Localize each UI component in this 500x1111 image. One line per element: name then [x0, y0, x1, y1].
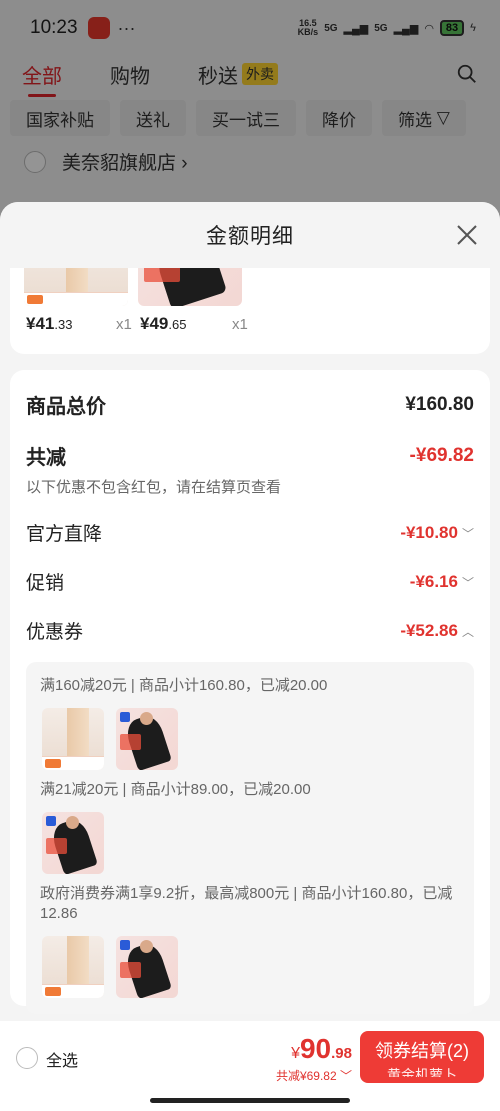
total-price-value: ¥160.80 [405, 393, 474, 415]
official-discount-value: -¥10.80 [400, 522, 458, 542]
coupon-products [42, 936, 460, 998]
coupon-row[interactable]: 优惠券 -¥52.86 ︿ [26, 617, 474, 644]
discount-label: 共减 [26, 447, 66, 469]
sheet-title: 金额明细 [206, 225, 294, 248]
product-thumbnail [116, 936, 178, 998]
amount-detail-sheet: 金额明细 ¥41.33 x1 ¥49.65 x1 商品总价 ¥160.80 共减… [0, 202, 500, 1111]
total-price-label: 商品总价 [26, 396, 106, 418]
select-all-checkbox[interactable] [16, 1047, 38, 1069]
product-qty: x1 [232, 316, 248, 333]
home-indicator[interactable] [150, 1098, 350, 1103]
coupon-desc: 满160减20元 | 商品小计160.80，已减20.00 [40, 677, 328, 694]
product-thumbnail [42, 936, 104, 998]
coupon-desc: 满21减20元 | 商品小计89.00，已减20.00 [40, 781, 311, 798]
sheet-header: 金额明细 [0, 202, 500, 268]
total-price-row: 商品总价 ¥160.80 [26, 390, 474, 419]
product-list-card: ¥41.33 x1 ¥49.65 x1 [10, 268, 490, 354]
discount-note: 以下优惠不包含红包，请在结算页查看 [26, 479, 282, 496]
product-thumbnail [138, 268, 242, 306]
official-discount-label: 官方直降 [26, 524, 103, 545]
coupon-products [42, 812, 460, 874]
coupon-products [42, 708, 460, 770]
product-item[interactable] [24, 268, 128, 306]
discount-row: 共减 -¥69.82 [26, 441, 474, 470]
official-discount-row[interactable]: 官方直降 -¥10.80 ﹀ [26, 519, 474, 546]
coupon-desc: 政府消费券满1享9.2折，最高减800元 | 商品小计160.80，已减12.8… [40, 885, 453, 922]
promotion-label: 促销 [26, 573, 65, 594]
chevron-down-icon: ﹀ [461, 526, 474, 541]
close-icon[interactable] [454, 222, 480, 248]
coupon-detail-box: 满160减20元 | 商品小计160.80，已减20.00 满21减20元 | … [26, 662, 474, 1014]
select-all-label[interactable]: 全选 [46, 1047, 78, 1071]
coupon-value: -¥52.86 [400, 620, 458, 640]
product-item[interactable] [138, 268, 242, 306]
coupon-label: 优惠券 [26, 622, 84, 643]
product-thumbnail [116, 708, 178, 770]
product-thumbnail [42, 708, 104, 770]
saved-amount[interactable]: 共减¥69.82 ﹀ [276, 1067, 352, 1084]
price-detail-card: 商品总价 ¥160.80 共减 -¥69.82 以下优惠不包含红包，请在结算页查… [10, 370, 490, 1014]
total-amount: ¥90.98 共减¥69.82 ﹀ [275, 1033, 352, 1084]
chevron-down-icon: ﹀ [461, 575, 474, 590]
promotion-value: -¥6.16 [409, 571, 458, 591]
product-price: ¥41.33 [26, 314, 73, 333]
promotion-row[interactable]: 促销 -¥6.16 ﹀ [26, 568, 474, 595]
product-price: ¥49.65 [140, 314, 187, 333]
product-thumbnail [42, 812, 104, 874]
product-qty: x1 [116, 316, 132, 333]
discount-value: -¥69.82 [409, 444, 474, 466]
chevron-up-icon: ︿ [461, 624, 474, 639]
product-thumbnail [24, 268, 128, 306]
checkout-button[interactable]: 领券结算(2) 黄金机萝卜 [360, 1031, 484, 1083]
